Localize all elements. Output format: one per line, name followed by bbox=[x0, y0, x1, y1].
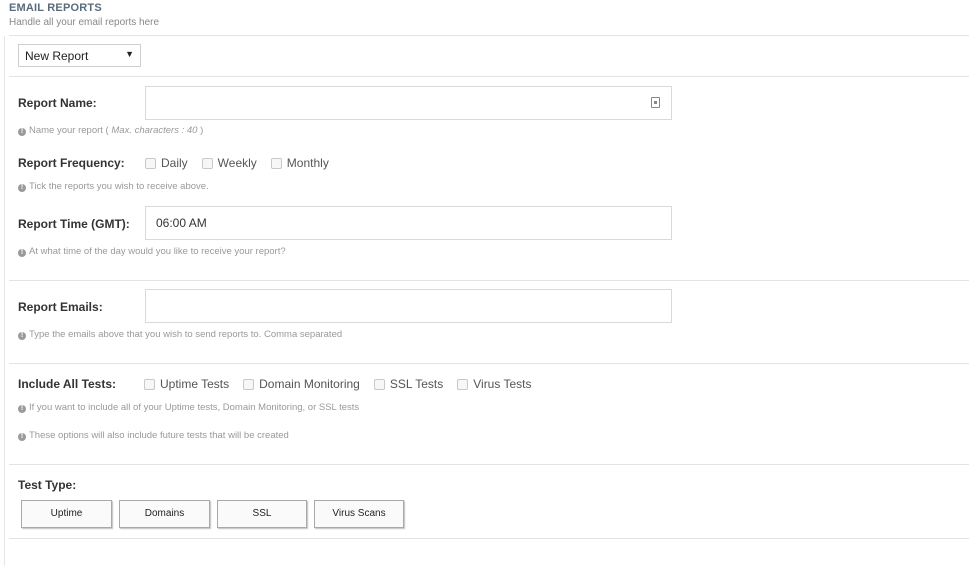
report-emails-input[interactable] bbox=[145, 289, 672, 323]
panel-divider-form bbox=[9, 76, 969, 77]
report-time-label: Report Time (GMT): bbox=[18, 217, 130, 231]
include-all-hint-1-text: If you want to include all of your Uptim… bbox=[29, 402, 360, 413]
include-domain-checkbox[interactable]: Domain Monitoring bbox=[243, 377, 360, 391]
report-name-hint-italic: Max. characters : 40 bbox=[111, 125, 198, 136]
caret-down-icon: ▼ bbox=[125, 49, 134, 59]
include-all-label: Include All Tests: bbox=[18, 377, 117, 391]
info-circle-icon: ! bbox=[18, 128, 26, 136]
include-all-options: Uptime Tests Domain Monitoring SSL Tests… bbox=[144, 377, 545, 391]
checkbox-box[interactable] bbox=[373, 378, 385, 390]
info-circle-icon: ! bbox=[18, 405, 26, 413]
info-circle-icon: ! bbox=[18, 433, 26, 441]
page-left-border bbox=[4, 36, 5, 566]
frequency-daily-label: Daily bbox=[161, 156, 188, 170]
report-name-hint: ! Name your report ( Max. characters : 40… bbox=[18, 125, 203, 136]
include-uptime-label: Uptime Tests bbox=[160, 377, 230, 391]
include-ssl-label: SSL Tests bbox=[389, 377, 444, 391]
test-type-ssl-button[interactable]: SSL bbox=[217, 500, 307, 528]
frequency-daily-checkbox[interactable]: Daily bbox=[145, 156, 188, 170]
report-time-hint-text: At what time of the day would you like t… bbox=[29, 246, 286, 257]
checkbox-box[interactable] bbox=[144, 378, 155, 390]
report-emails-label: Report Emails: bbox=[18, 300, 103, 314]
checkbox-box[interactable] bbox=[145, 157, 156, 169]
report-frequency-hint-text: Tick the reports you wish to receive abo… bbox=[29, 181, 209, 192]
frequency-options: Daily Weekly Monthly bbox=[145, 156, 343, 170]
report-frequency-hint: ! Tick the reports you wish to receive ab… bbox=[18, 181, 209, 192]
panel-divider-top bbox=[9, 35, 969, 36]
report-time-input[interactable]: 06:00 AM bbox=[145, 206, 672, 240]
report-time-hint: ! At what time of the day would you like … bbox=[18, 246, 286, 257]
test-type-domains-button[interactable]: Domains bbox=[119, 500, 210, 528]
checkbox-box[interactable] bbox=[243, 378, 255, 390]
panel-divider-emails bbox=[9, 280, 969, 281]
report-time-value: 06:00 AM bbox=[156, 216, 207, 230]
test-type-uptime-button[interactable]: Uptime bbox=[21, 500, 112, 528]
frequency-monthly-label: Monthly bbox=[286, 156, 329, 170]
include-uptime-checkbox[interactable]: Uptime Tests bbox=[144, 377, 229, 391]
frequency-weekly-label: Weekly bbox=[217, 156, 257, 170]
report-emails-hint-text: Type the emails above that you wish to s… bbox=[29, 329, 343, 340]
include-virus-checkbox[interactable]: Virus Tests bbox=[457, 377, 531, 391]
frequency-weekly-checkbox[interactable]: Weekly bbox=[201, 156, 257, 170]
info-circle-icon: ! bbox=[18, 332, 26, 340]
checkbox-box[interactable] bbox=[201, 157, 213, 169]
report-select[interactable]: New Report ▼ bbox=[18, 44, 141, 67]
report-name-hint-prefix: Name your report ( bbox=[29, 125, 112, 136]
checkbox-box[interactable] bbox=[457, 378, 469, 390]
info-circle-icon: ! bbox=[18, 249, 26, 257]
include-virus-label: Virus Tests bbox=[473, 377, 532, 391]
test-type-virus-scans-button[interactable]: Virus Scans bbox=[314, 500, 404, 528]
test-type-buttons: Uptime Domains SSL Virus Scans bbox=[21, 500, 411, 528]
report-name-label: Report Name: bbox=[18, 96, 97, 110]
panel-divider-include bbox=[9, 363, 969, 364]
report-frequency-label: Report Frequency: bbox=[18, 156, 125, 170]
page-title: EMAIL REPORTS bbox=[9, 2, 102, 14]
page-subtitle: Handle all your email reports here bbox=[9, 17, 160, 28]
report-name-hint-suffix: ) bbox=[197, 125, 204, 136]
include-all-hint-2-text: These options will also include future t… bbox=[29, 430, 289, 441]
include-all-hint-2: ! These options will also include future … bbox=[18, 430, 289, 441]
include-all-hint-1: ! If you want to include all of your Upti… bbox=[18, 402, 359, 413]
checkbox-box[interactable] bbox=[270, 157, 282, 169]
test-type-label: Test Type: bbox=[18, 478, 77, 492]
report-name-input[interactable] bbox=[145, 86, 672, 120]
report-emails-hint: ! Type the emails above that you wish to … bbox=[18, 329, 342, 340]
include-domain-label: Domain Monitoring bbox=[259, 377, 360, 391]
report-select-value: New Report bbox=[25, 49, 89, 63]
frequency-monthly-checkbox[interactable]: Monthly bbox=[270, 156, 329, 170]
include-ssl-checkbox[interactable]: SSL Tests bbox=[373, 377, 444, 391]
lock-icon bbox=[651, 97, 660, 108]
info-circle-icon: ! bbox=[18, 184, 26, 192]
